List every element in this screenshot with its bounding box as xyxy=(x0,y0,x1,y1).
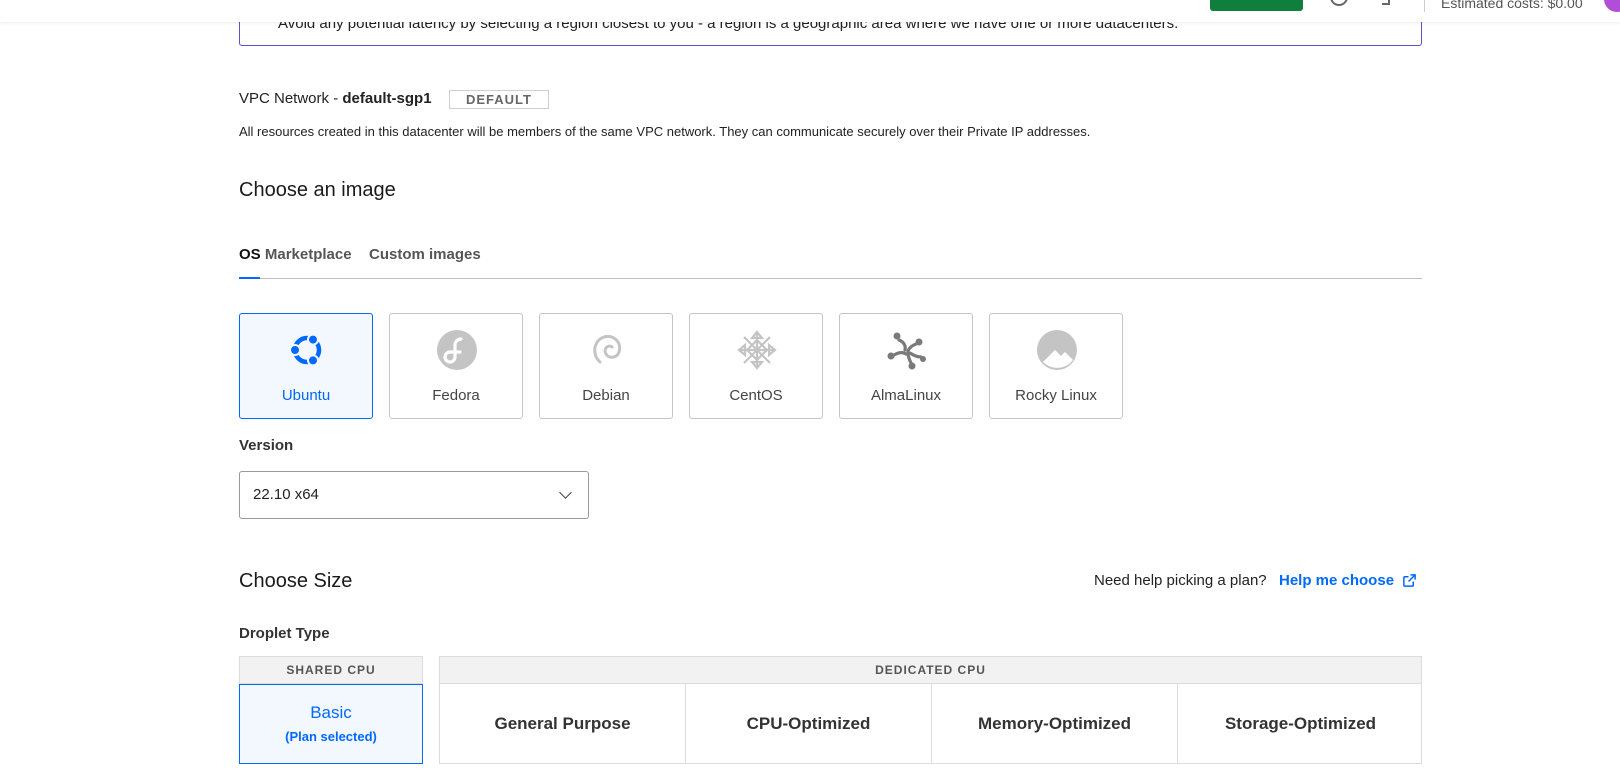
os-card-centos[interactable]: CentOS xyxy=(689,313,823,419)
plan-memory-optimized[interactable]: Memory-Optimized xyxy=(932,684,1178,763)
chevron-down-icon xyxy=(559,486,572,499)
help-picking-plan-text: Need help picking a plan? xyxy=(1094,572,1267,589)
vpc-description: All resources created in this datacenter… xyxy=(239,124,1091,139)
external-link-icon[interactable] xyxy=(1402,573,1417,588)
os-card-fedora[interactable]: Fedora xyxy=(389,313,523,419)
dedicated-cpu-header: DEDICATED CPU xyxy=(439,656,1422,684)
vpc-default-badge: DEFAULT xyxy=(449,90,549,109)
os-label-debian: Debian xyxy=(582,387,630,404)
vpc-network-name: default-sgp1 xyxy=(342,90,432,107)
os-label-fedora: Fedora xyxy=(432,387,480,404)
os-card-almalinux[interactable]: AlmaLinux xyxy=(839,313,973,419)
os-label-almalinux: AlmaLinux xyxy=(870,387,942,404)
rocky-linux-icon xyxy=(1037,330,1077,370)
debian-icon xyxy=(593,334,622,364)
tab-custom-images[interactable]: Custom images xyxy=(369,246,481,263)
help-me-choose-link[interactable]: Help me choose xyxy=(1279,572,1394,589)
ubuntu-icon xyxy=(289,333,322,367)
os-card-debian[interactable]: Debian xyxy=(539,313,673,419)
os-card-ubuntu[interactable]: Ubuntu xyxy=(239,313,373,419)
os-label-ubuntu: Ubuntu xyxy=(281,387,331,404)
plan-basic-status: (Plan selected) xyxy=(285,729,377,744)
tabs-divider xyxy=(239,278,1422,279)
active-tab-indicator xyxy=(239,277,260,279)
shared-cpu-header: SHARED CPU xyxy=(239,656,423,684)
version-label: Version xyxy=(239,437,294,454)
top-header: Estimated costs: $0.00 xyxy=(0,0,1620,22)
version-value: 22.10 x64 xyxy=(253,486,319,503)
header-divider xyxy=(1424,0,1425,12)
choose-size-title: Choose Size xyxy=(239,570,353,592)
plan-basic[interactable]: Basic (Plan selected) xyxy=(239,684,423,764)
create-droplet-button[interactable] xyxy=(1210,0,1303,11)
image-tabs: OS Marketplace Custom images xyxy=(239,246,481,263)
centos-icon xyxy=(737,330,777,370)
version-select[interactable]: 22.10 x64 xyxy=(239,471,589,519)
vpc-network-line: VPC Network - default-sgp1 xyxy=(239,90,432,107)
os-label-centos: CentOS xyxy=(729,387,783,404)
almalinux-icon xyxy=(887,332,926,370)
plan-basic-label: Basic xyxy=(310,703,352,722)
plan-general-purpose[interactable]: General Purpose xyxy=(440,684,686,763)
dedicated-cpu-options: General Purpose CPU-Optimized Memory-Opt… xyxy=(439,684,1422,764)
vpc-network-prefix: VPC Network - xyxy=(239,90,343,107)
choose-image-title: Choose an image xyxy=(239,179,396,201)
estimated-costs: Estimated costs: $0.00 xyxy=(1441,0,1583,11)
fedora-icon xyxy=(437,330,477,370)
plan-cpu-optimized[interactable]: CPU-Optimized xyxy=(686,684,932,763)
droplet-type-label: Droplet Type xyxy=(239,625,330,642)
plan-storage-optimized[interactable]: Storage-Optimized xyxy=(1178,684,1423,763)
user-avatar[interactable] xyxy=(1604,0,1620,12)
notifications-icon[interactable] xyxy=(1382,0,1390,5)
os-card-rocky-linux[interactable]: Rocky Linux xyxy=(989,313,1123,419)
os-label-rocky-linux: Rocky Linux xyxy=(1015,387,1097,404)
tab-os[interactable]: OS xyxy=(239,246,261,263)
help-icon[interactable] xyxy=(1330,0,1348,6)
tab-marketplace[interactable]: Marketplace xyxy=(265,246,352,263)
